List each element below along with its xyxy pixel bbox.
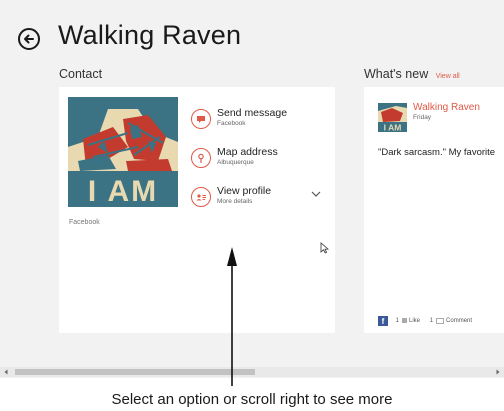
view-profile-label: View profile <box>217 185 272 197</box>
message-icon <box>191 109 211 129</box>
feed-avatar: I AM <box>378 103 407 132</box>
callout-caption: Select an option or scroll right to see … <box>111 391 393 408</box>
chevron-down-icon[interactable] <box>311 191 321 197</box>
send-message-sublabel: Facebook <box>217 120 246 127</box>
contact-section-label: Contact <box>59 67 103 81</box>
view-all-link[interactable]: View all <box>436 73 460 80</box>
like-count: 1 <box>395 318 400 325</box>
back-button[interactable] <box>18 28 40 50</box>
whats-new-title: What's new <box>364 67 429 81</box>
facebook-icon: f <box>378 316 388 326</box>
whats-new-card[interactable]: I AM Walking Raven Friday "Dark sarcasm.… <box>364 87 504 333</box>
like-button[interactable]: 1 Like <box>395 317 422 325</box>
feed-author-link[interactable]: Walking Raven <box>413 102 480 113</box>
comment-button[interactable]: 1 Comment <box>429 317 473 325</box>
like-label: Like <box>409 318 421 325</box>
app-screen: Walking Raven Contact I AM Facebook Send… <box>0 0 504 378</box>
scrollbar-thumb[interactable] <box>15 369 255 375</box>
feed-avatar-text: I AM <box>384 123 402 133</box>
contact-card: I AM Facebook Send message Facebook Map … <box>59 87 335 333</box>
poster-source-label: Facebook <box>69 219 100 226</box>
send-message-label: Send message <box>217 107 288 119</box>
map-address-sublabel: Albuquerque <box>217 159 254 166</box>
view-profile-action[interactable]: View profile More details <box>191 183 331 211</box>
comment-count: 1 <box>429 318 434 325</box>
send-message-action[interactable]: Send message Facebook <box>191 105 331 133</box>
scroll-right-arrow-icon[interactable] <box>494 368 502 376</box>
thumbs-up-icon <box>402 317 408 323</box>
map-address-action[interactable]: Map address Albuquerque <box>191 144 331 172</box>
page-title: Walking Raven <box>58 20 242 50</box>
scroll-left-arrow-icon[interactable] <box>2 368 10 376</box>
mouse-cursor-icon <box>320 242 329 254</box>
contact-poster-image[interactable]: I AM <box>68 97 178 207</box>
feed-post-text: "Dark sarcasm." My favorite <box>378 147 496 158</box>
poster-text: I AM <box>88 175 158 207</box>
whats-new-section-label: What's new View all <box>364 67 460 81</box>
comment-icon <box>436 317 445 324</box>
profile-card-icon <box>191 187 211 207</box>
view-profile-sublabel: More details <box>217 198 253 205</box>
poster-graphic: I AM <box>68 97 178 207</box>
horizontal-scrollbar[interactable] <box>0 367 504 377</box>
back-arrow-icon <box>24 34 34 44</box>
map-address-label: Map address <box>217 146 278 158</box>
comment-label: Comment <box>446 318 473 325</box>
feed-footer: f 1 Like 1 Comment <box>378 316 480 326</box>
feed-timestamp: Friday <box>413 114 432 121</box>
map-pin-icon <box>191 148 211 168</box>
